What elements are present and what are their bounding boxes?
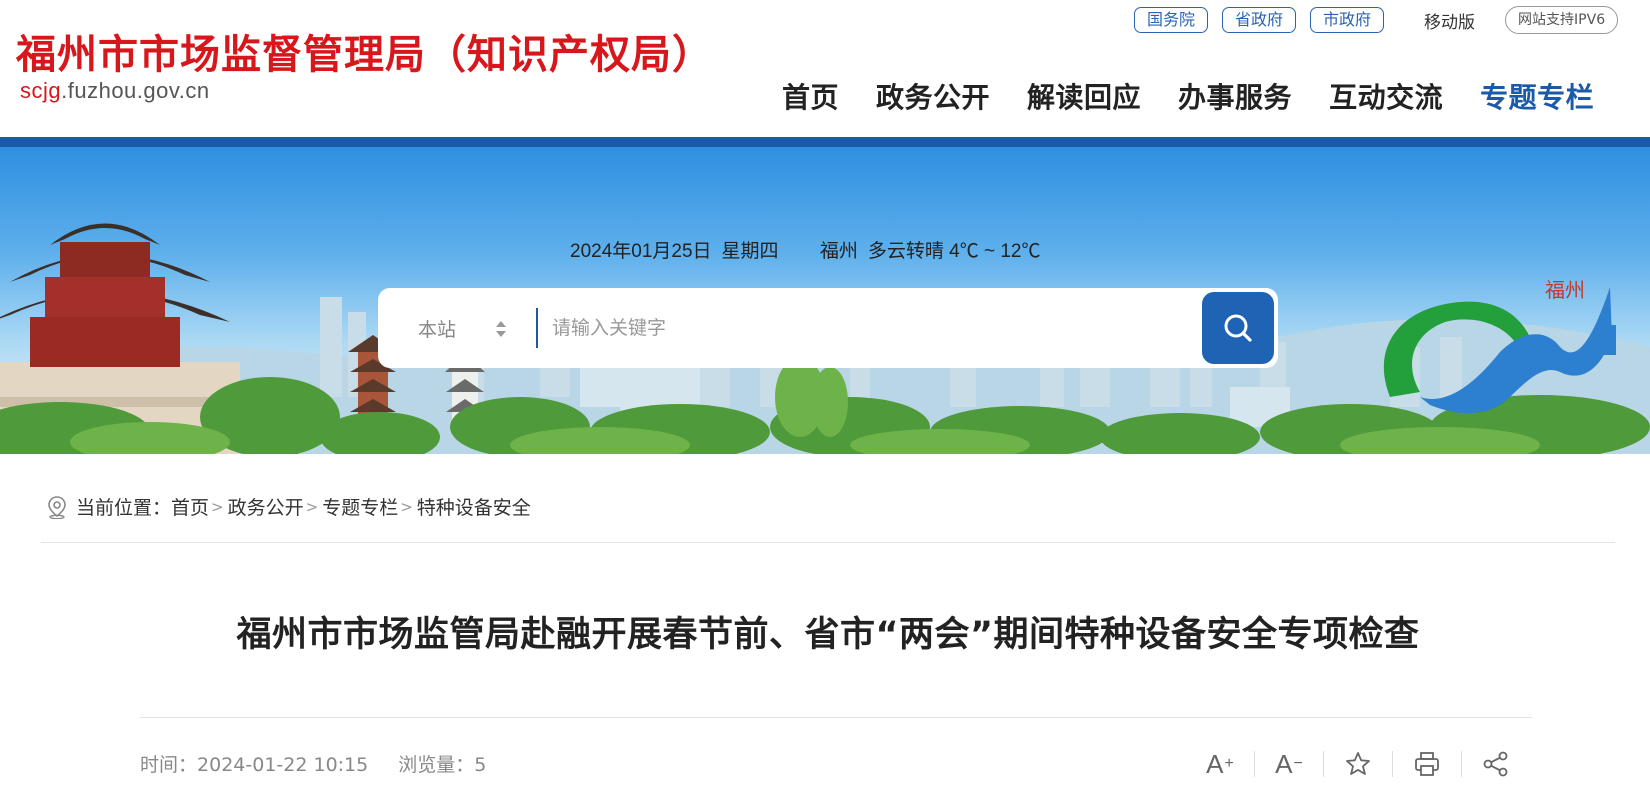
weather-info: 多云转晴 4℃ ~ 12℃ [867, 241, 1041, 262]
main-nav: 首页 政务公开 解读回应 办事服务 互动交流 专题专栏 [782, 76, 1594, 116]
breadcrumb-special-topics[interactable]: 专题专栏 [322, 493, 398, 520]
tool-separator [1254, 751, 1255, 777]
search-divider [536, 308, 538, 348]
article-meta: 时间：2024-01-22 10:15 浏览量：5 [140, 750, 486, 777]
article-container: 当前位置： 首页 > 政务公开 > 专题专栏 > 特种设备安全 福州市市场监管局赴融开… [16, 456, 1640, 794]
link-state-council[interactable]: 国务院 [1134, 7, 1209, 33]
current-weekday: 星期四 [721, 241, 779, 262]
font-increase-letter: A [1206, 748, 1224, 779]
site-domain: scjg.fuzhou.gov.cn [20, 78, 210, 104]
article-title: 福州市市场监管局赴融开展春节前、省市“两会”期间特种设备安全专项检查 [236, 615, 1420, 655]
weather-city: 福州 [819, 241, 858, 262]
emblem-text: 福州 [1545, 278, 1585, 302]
search-input[interactable] [552, 306, 1172, 350]
breadcrumb-separator: > [305, 497, 319, 516]
view-count: 5 [474, 754, 487, 776]
print-icon[interactable] [1403, 746, 1451, 782]
mobile-version-link[interactable]: 移动版 [1424, 8, 1475, 33]
breadcrumb-home[interactable]: 首页 [171, 493, 209, 520]
breadcrumb-special-equipment[interactable]: 特种设备安全 [417, 493, 531, 520]
breadcrumb: 当前位置： 首页 > 政务公开 > 专题专栏 > 特种设备安全 [46, 493, 531, 520]
domain-rest: .fuzhou.gov.cn [61, 78, 210, 103]
updown-caret-icon[interactable] [495, 318, 507, 340]
font-decrease-icon[interactable]: A − [1265, 746, 1313, 782]
domain-highlight: scjg [20, 78, 62, 103]
breadcrumb-separator: > [211, 497, 224, 516]
site-title[interactable]: 福州市市场监督管理局（知识产权局） [16, 22, 713, 80]
current-date: 2024年01月25日 [570, 241, 712, 262]
views-label: 浏览量： [398, 754, 475, 776]
breadcrumb-label: 当前位置： [76, 497, 172, 519]
time-label: 时间： [140, 754, 198, 776]
nav-services[interactable]: 办事服务 [1178, 76, 1292, 116]
search-scope-select[interactable]: 本站 [418, 315, 456, 342]
header-divider [0, 137, 1650, 147]
search-icon [1224, 314, 1252, 342]
breadcrumb-separator: > [400, 497, 413, 516]
nav-interpretation[interactable]: 解读回应 [1027, 76, 1141, 116]
font-decrease-letter: A [1275, 748, 1293, 779]
nav-special-topics[interactable]: 专题专栏 [1480, 76, 1594, 116]
tool-separator [1461, 751, 1462, 777]
link-province-gov[interactable]: 省政府 [1222, 7, 1297, 33]
search-button[interactable] [1202, 292, 1274, 364]
date-weather: 2024年01月25日 星期四 福州 多云转晴 4℃ ~ 12℃ [570, 236, 1051, 263]
nav-gov-affairs[interactable]: 政务公开 [876, 76, 990, 116]
nav-interaction[interactable]: 互动交流 [1329, 76, 1443, 116]
site-header: 福州市市场监督管理局（知识产权局） scjg.fuzhou.gov.cn 国务院… [0, 0, 1650, 137]
article-tools: A + A − [1196, 746, 1520, 782]
font-increase-icon[interactable]: A + [1196, 746, 1244, 782]
title-divider [140, 717, 1532, 718]
tool-separator [1323, 751, 1324, 777]
breadcrumb-gov-affairs[interactable]: 政务公开 [228, 493, 304, 520]
link-city-gov[interactable]: 市政府 [1310, 7, 1385, 33]
star-icon[interactable] [1334, 746, 1382, 782]
tool-separator [1392, 751, 1393, 777]
publish-time: 2024-01-22 10:15 [197, 754, 369, 776]
nav-home[interactable]: 首页 [782, 76, 839, 116]
location-pin-icon [48, 495, 66, 519]
search-box: 本站 [378, 288, 1278, 368]
ipv6-badge: 网站支持IPV6 [1505, 6, 1619, 34]
share-icon[interactable] [1472, 746, 1520, 782]
breadcrumb-divider [41, 542, 1615, 543]
top-links: 国务院 省政府 市政府 移动版 网站支持IPV6 [1134, 6, 1619, 34]
